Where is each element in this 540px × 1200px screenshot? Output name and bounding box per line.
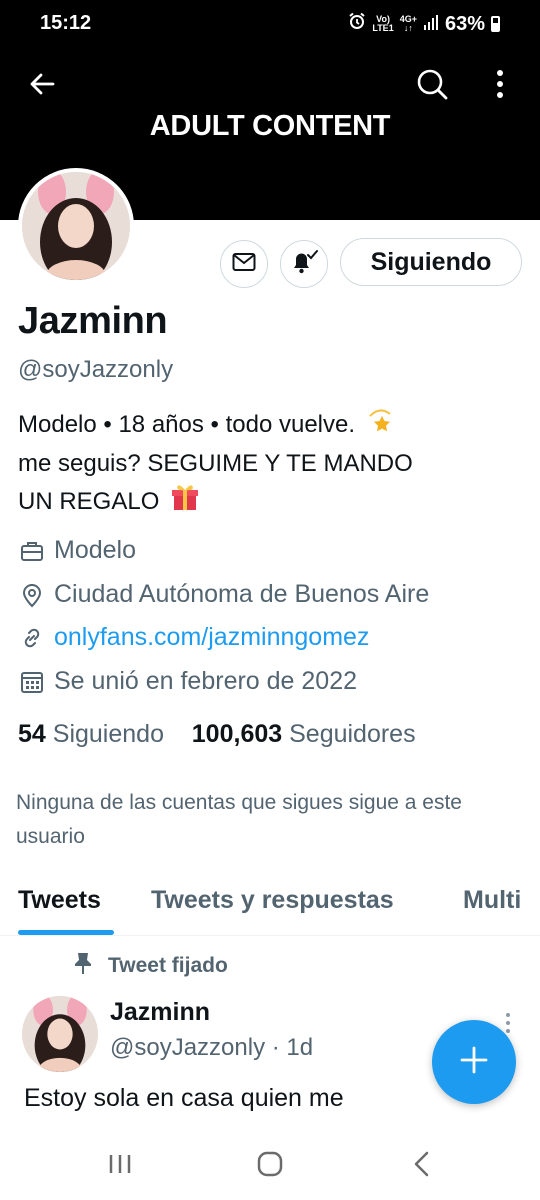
link-icon [18, 624, 46, 652]
tab-tweets-replies[interactable]: Tweets y respuestas [151, 886, 394, 915]
tweet-author-meta: @soyJazzonly · 1d [110, 1034, 314, 1061]
envelope-icon [232, 252, 256, 277]
message-button[interactable] [220, 240, 268, 288]
joined-text: Se unió en febrero de 2022 [54, 667, 358, 695]
tweet-text[interactable]: Estoy sola en casa quien me [24, 1084, 344, 1113]
location-text: Ciudad Autónoma de Buenos Aire [54, 580, 430, 608]
profile-tabs: Tweets Tweets y respuestas Multi [0, 870, 540, 936]
status-bar: 15:12 Vo) LTE1 4G+ ↓↑ 63% [0, 0, 540, 50]
pinned-label-row: Tweet fijado [74, 952, 228, 980]
profile-avatar[interactable] [18, 168, 134, 284]
profile-handle: @soyJazzonly [18, 356, 174, 383]
active-tab-indicator [18, 930, 114, 935]
compose-tweet-button[interactable] [432, 1020, 516, 1104]
plus-icon [459, 1045, 489, 1080]
location-pin-icon [18, 581, 46, 609]
network-indicator: 4G+ ↓↑ [399, 14, 417, 33]
tweet-time: 1d [286, 1034, 314, 1061]
profile-name: Jazminn [18, 300, 168, 342]
bio-line: me seguis? SEGUIME Y TE MANDO [18, 450, 413, 478]
profession-row: Modelo [18, 536, 136, 565]
status-indicators: Vo) LTE1 4G+ ↓↑ 63% [348, 12, 500, 36]
search-icon[interactable] [410, 62, 454, 106]
back-arrow-icon[interactable] [20, 62, 64, 106]
location-row: Ciudad Autónoma de Buenos Aire [18, 580, 429, 609]
more-vertical-icon[interactable] [478, 62, 522, 106]
tweet-author-name[interactable]: Jazminn [110, 998, 210, 1027]
battery-icon [491, 16, 500, 32]
system-navigation-bar [0, 1128, 540, 1200]
mutuals-note: Ninguna de las cuentas que sigues sigue … [16, 791, 462, 848]
followers-stat[interactable]: 100,603 Seguidores [192, 720, 416, 748]
recent-apps-icon[interactable] [100, 1146, 140, 1182]
following-stat[interactable]: 54 Siguiendo [18, 720, 164, 748]
following-button[interactable]: Siguiendo [340, 238, 522, 286]
tab-tweets[interactable]: Tweets [18, 886, 101, 915]
website-link[interactable]: onlyfans.com/jazminngomez [54, 623, 369, 652]
notifications-button[interactable] [280, 240, 328, 288]
calendar-icon [18, 668, 46, 696]
alarm-icon [348, 12, 366, 36]
home-icon[interactable] [250, 1146, 290, 1182]
signal-bars-icon [423, 13, 439, 36]
tab-multimedia[interactable]: Multi [463, 886, 521, 915]
pin-icon [74, 952, 92, 980]
joined-row: Se unió en febrero de 2022 [18, 667, 357, 696]
battery-percent: 63% [444, 12, 485, 35]
bio-line: UN REGALO [18, 482, 518, 523]
banner-text: ADULT CONTENT [149, 110, 391, 142]
tweet-author-avatar[interactable] [22, 996, 98, 1072]
follow-stats: 54 Siguiendo 100,603 Seguidores [18, 720, 416, 749]
status-time: 15:12 [40, 12, 92, 34]
bio-line: Modelo • 18 años • todo vuelve. [18, 406, 518, 445]
dizzy-star-icon [366, 406, 394, 445]
profile-bio: Modelo • 18 años • todo vuelve. me segui… [18, 406, 518, 523]
profession-text: Modelo [54, 536, 136, 564]
volte-indicator: Vo) LTE1 [372, 14, 394, 33]
gift-icon [170, 482, 200, 523]
website-row[interactable]: onlyfans.com/jazminngomez [18, 623, 369, 652]
bell-check-icon [290, 249, 318, 280]
briefcase-icon [18, 537, 46, 565]
back-icon[interactable] [402, 1146, 442, 1182]
